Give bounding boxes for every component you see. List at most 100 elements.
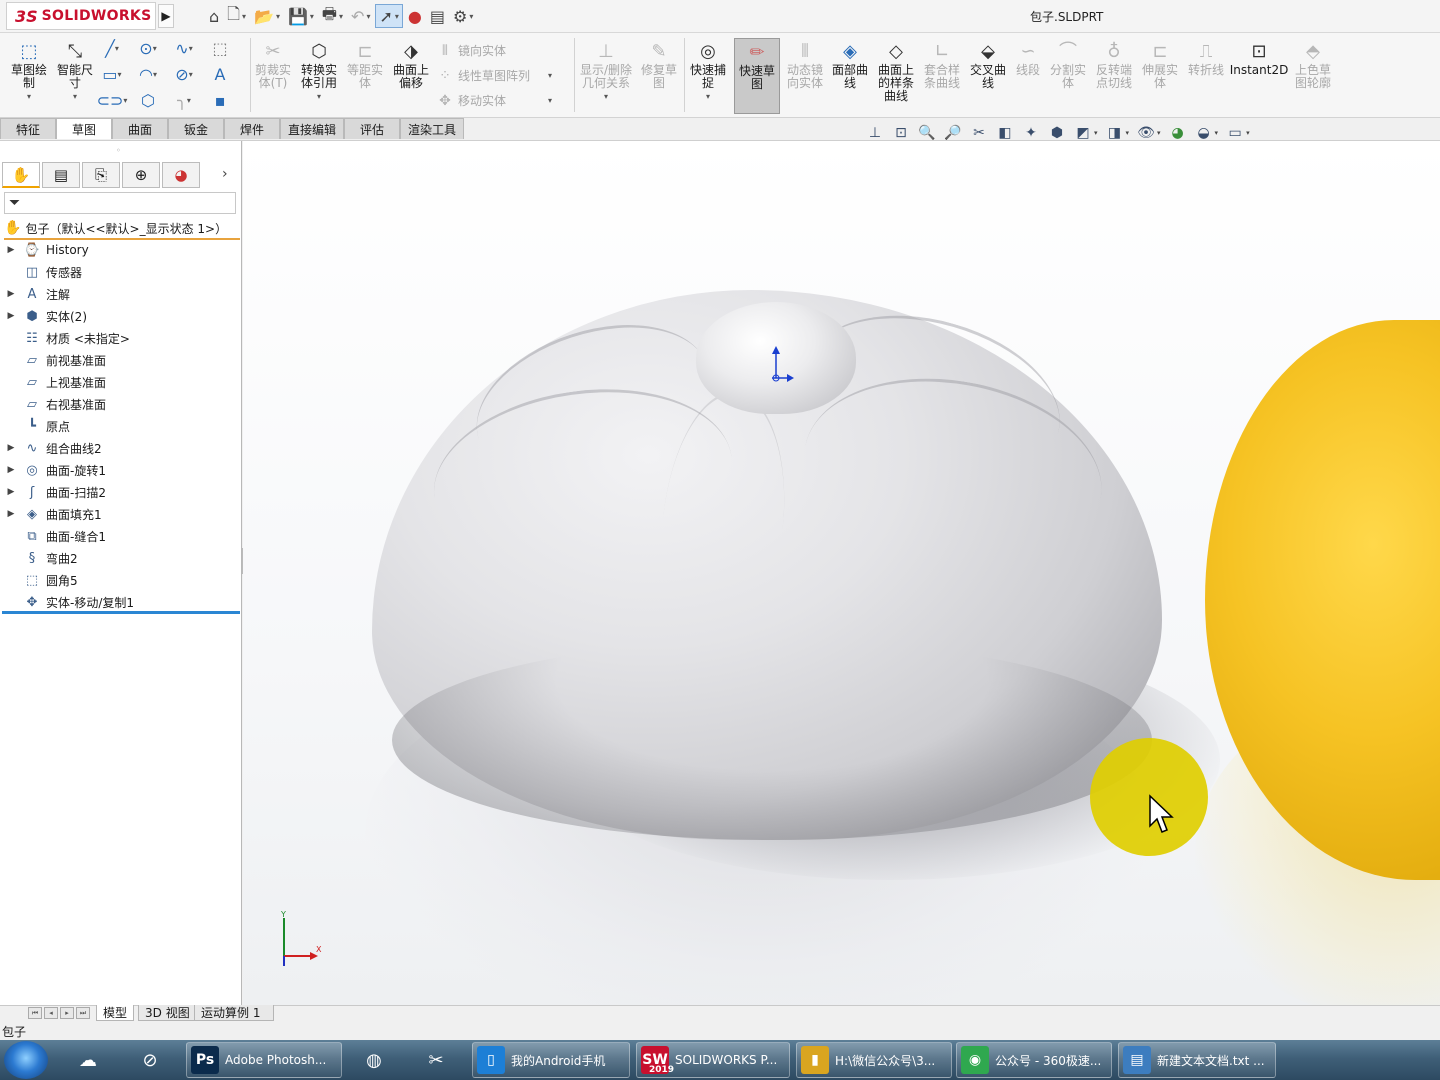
panel-grip-icon[interactable]: ◦: [116, 146, 124, 155]
scene-icon[interactable]: ◒: [1193, 123, 1215, 143]
feature-tree-root[interactable]: ✋ 包子（默认<<默认>_显示状态 1>）: [4, 218, 240, 240]
rapid-sketch-button[interactable]: ✏ 快速草 图: [734, 38, 780, 114]
tab-surfaces[interactable]: 曲面: [112, 118, 168, 139]
slot-icon[interactable]: ⊂⊃ ▾: [97, 90, 128, 110]
intersection-curve-button[interactable]: ⬙ 交叉曲 线: [966, 40, 1010, 90]
display-manager-tab-icon[interactable]: ◕: [162, 162, 200, 188]
line-icon[interactable]: ╱ ▾: [102, 38, 122, 58]
display-monitor-icon[interactable]: ▭: [1224, 123, 1246, 143]
feature-tree-item[interactable]: ⬚ 圆角5: [0, 570, 240, 590]
menu-expand-button[interactable]: ▶: [158, 4, 174, 28]
zoom-to-area-icon[interactable]: 🔍: [916, 123, 938, 143]
feature-tree-item[interactable]: ▶ ∿ 组合曲线2: [0, 438, 240, 458]
last-tab-arrow-icon[interactable]: ⏭: [76, 1007, 90, 1019]
tab-render-tools[interactable]: 渲染工具: [400, 118, 464, 139]
tab-model[interactable]: 模型: [96, 1005, 135, 1021]
pinned-app-cloud-icon[interactable]: ☁: [66, 1042, 110, 1078]
point-icon[interactable]: ▪: [210, 90, 230, 110]
split-entities-button[interactable]: ⌒ 分割实 体: [1046, 40, 1090, 90]
feature-tree-item[interactable]: ┗ 原点: [0, 416, 240, 436]
view-settings-icon[interactable]: ✦: [1020, 123, 1042, 143]
arc-icon[interactable]: ◠ ▾: [138, 64, 158, 84]
reverse-tangent-button[interactable]: ♁ 反转端 点切线: [1092, 40, 1136, 90]
taskbar-button[interactable]: Ps Adobe Photosh...: [186, 1042, 342, 1078]
feature-tree-item[interactable]: ▱ 右视基准面: [0, 394, 240, 414]
display-style-icon[interactable]: ◩: [1072, 123, 1094, 143]
appearance-icon[interactable]: ◕: [1167, 123, 1189, 143]
hide-show-items-icon[interactable]: ◨: [1104, 123, 1126, 143]
file-properties-icon[interactable]: ▤: [427, 5, 448, 27]
tab-evaluate[interactable]: 评估: [344, 118, 400, 139]
dynamic-annotation-icon[interactable]: ◧: [994, 123, 1016, 143]
property-manager-tab-icon[interactable]: ▤: [42, 162, 80, 188]
panel-next-arrow-icon[interactable]: ›: [222, 166, 228, 182]
display-relations-button[interactable]: ⊥ 显示/删除 几何关系 ▾: [578, 40, 634, 103]
expand-arrow-icon[interactable]: ▶: [0, 465, 22, 475]
tab-sketch[interactable]: 草图: [56, 118, 112, 139]
tab-3d-view[interactable]: 3D 视图: [138, 1005, 197, 1021]
feature-tree-item[interactable]: ▱ 前视基准面: [0, 350, 240, 370]
expand-arrow-icon[interactable]: ▶: [0, 311, 22, 321]
tab-direct-editing[interactable]: 直接编辑: [280, 118, 344, 139]
fit-spline-button[interactable]: ∟ 套合样 条曲线: [920, 40, 964, 90]
hide-show-eye-icon[interactable]: 👁: [1135, 123, 1157, 143]
face-curves-button[interactable]: ◈ 面部曲 线: [828, 40, 872, 90]
ellipse-icon[interactable]: ⊘ ▾: [174, 64, 194, 84]
tab-weldments[interactable]: 焊件: [224, 118, 280, 139]
feature-tree-item[interactable]: ▶ ⬢ 实体(2): [0, 306, 240, 326]
dimxpert-tab-icon[interactable]: ⊕: [122, 162, 160, 188]
mirror-entities-button[interactable]: ⫴ 镜向实体: [436, 42, 568, 59]
next-tab-arrow-icon[interactable]: ▸: [60, 1007, 74, 1019]
smart-dimension-button[interactable]: ⤡ 智能尺 寸 ▾: [52, 40, 98, 103]
taskbar-button[interactable]: ▮ H:\微信公众号\3...: [796, 1042, 952, 1078]
shaded-sketch-contours-button[interactable]: ⬘ 上色草 图轮廓: [1290, 40, 1336, 90]
feature-tree-item[interactable]: ▶ ʃ 曲面-扫描2: [0, 482, 240, 502]
pinned-app-ok-icon[interactable]: ⊘: [128, 1042, 172, 1078]
graphics-area[interactable]: Y X: [243, 141, 1440, 1006]
expand-arrow-icon[interactable]: ▶: [0, 245, 22, 255]
rebuild-icon[interactable]: ●: [405, 5, 425, 27]
tab-features[interactable]: 特征: [0, 118, 56, 139]
sketch-button[interactable]: ⬚ 草图绘 制 ▾: [6, 40, 52, 103]
feature-tree-item[interactable]: ▶ A 注解: [0, 284, 240, 304]
standard-views-icon[interactable]: ⬢: [1046, 123, 1068, 143]
taskbar-button[interactable]: SW SOLIDWORKS P... 2019: [636, 1042, 790, 1078]
rectangle-icon[interactable]: ▭ ▾: [102, 64, 122, 84]
trim-entities-button[interactable]: ✂ 剪裁实 体(T): [252, 40, 294, 90]
stretch-entities-button[interactable]: ⊏ 伸展实 体: [1138, 40, 1182, 90]
feature-tree-item[interactable]: ▶ ◎ 曲面-旋转1: [0, 460, 240, 480]
polygon-icon[interactable]: ⬡: [138, 90, 158, 110]
feature-tree-item[interactable]: ▱ 上视基准面: [0, 372, 240, 392]
tab-sheet-metal[interactable]: 钣金: [168, 118, 224, 139]
view-orientation-icon[interactable]: ⊥: [864, 123, 886, 143]
feature-tree-item[interactable]: § 弯曲2: [0, 548, 240, 568]
open-icon[interactable]: 📂 ▾: [251, 5, 283, 27]
new-document-icon[interactable]: 🗋 ▾: [224, 4, 249, 27]
feature-tree-item[interactable]: ▶ ⌚ History: [0, 240, 240, 260]
start-button-icon[interactable]: [4, 1041, 48, 1079]
feature-tree-filter[interactable]: ⏷: [4, 192, 236, 214]
repair-sketch-button[interactable]: ✎ 修复草 图: [638, 40, 680, 90]
save-icon[interactable]: 💾 ▾: [285, 5, 317, 27]
tab-motion-study[interactable]: 运动算例 1: [194, 1005, 274, 1021]
feature-tree-item[interactable]: ▶ ◈ 曲面填充1: [0, 504, 240, 524]
expand-arrow-icon[interactable]: ▶: [0, 487, 22, 497]
polyline-button[interactable]: ⎍ 转折线: [1184, 40, 1228, 77]
convert-entities-button[interactable]: ⬡ 转换实 体引用 ▾: [298, 40, 340, 103]
offset-entities-button[interactable]: ⊏ 等距实 体: [344, 40, 386, 90]
taskbar-button[interactable]: ▯ 我的Android手机: [472, 1042, 630, 1078]
feature-manager-tab-icon[interactable]: ✋: [2, 162, 40, 188]
feature-tree-item[interactable]: ⧉ 曲面-缝合1: [0, 526, 240, 546]
instant2d-button[interactable]: ⊡ Instant2D: [1230, 40, 1289, 77]
prev-tab-arrow-icon[interactable]: ◂: [44, 1007, 58, 1019]
circle-icon[interactable]: ⊙ ▾: [138, 38, 158, 58]
expand-arrow-icon[interactable]: ▶: [0, 509, 22, 519]
pinned-app-media-icon[interactable]: ◍: [352, 1042, 396, 1078]
expand-arrow-icon[interactable]: ▶: [0, 289, 22, 299]
options-gear-icon[interactable]: ⚙ ▾: [450, 5, 476, 27]
home-icon[interactable]: ⌂: [206, 5, 222, 27]
configuration-manager-tab-icon[interactable]: ⎘: [82, 162, 120, 188]
linear-pattern-button[interactable]: ⁘ 线性草图阵列 ▾: [436, 67, 568, 84]
pinned-app-tool-icon[interactable]: ✂: [414, 1042, 458, 1078]
taskbar-button[interactable]: ◉ 公众号 - 360极速...: [956, 1042, 1112, 1078]
